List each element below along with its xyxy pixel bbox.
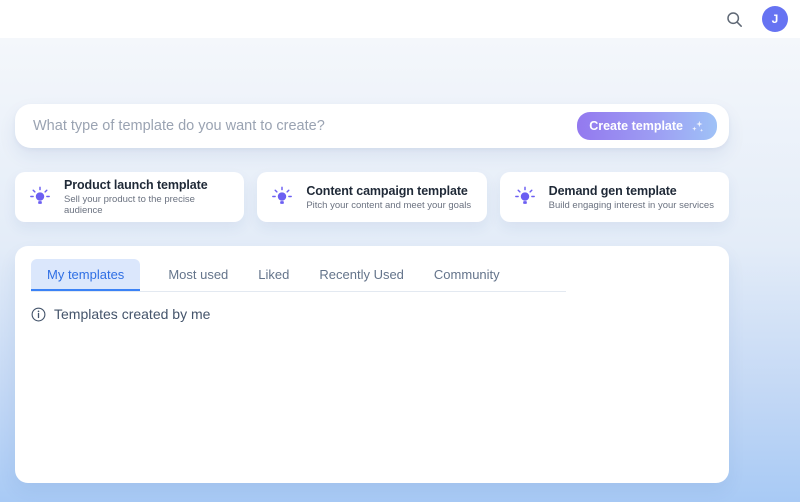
card-subtitle: Pitch your content and meet your goals bbox=[306, 199, 472, 211]
tab-community[interactable]: Community bbox=[432, 259, 502, 291]
lightbulb-icon bbox=[271, 186, 293, 208]
templates-tabs: My templates Most used Liked Recently Us… bbox=[31, 259, 566, 292]
tab-recently-used[interactable]: Recently Used bbox=[317, 259, 406, 291]
suggestion-card-product-launch[interactable]: Product launch template Sell your produc… bbox=[15, 172, 245, 222]
sparkles-icon bbox=[690, 119, 705, 134]
create-template-button[interactable]: Create template bbox=[577, 112, 717, 140]
card-title: Content campaign template bbox=[306, 183, 468, 198]
suggestion-cards: Product launch template Sell your produc… bbox=[15, 172, 729, 222]
info-icon bbox=[31, 307, 46, 322]
search-button[interactable] bbox=[720, 5, 748, 33]
tab-my-templates[interactable]: My templates bbox=[31, 259, 141, 291]
suggestion-card-content-campaign[interactable]: Content campaign template Pitch your con… bbox=[257, 172, 487, 222]
tab-liked[interactable]: Liked bbox=[256, 259, 291, 291]
search-icon bbox=[726, 11, 743, 28]
create-template-label: Create template bbox=[589, 119, 683, 133]
lightbulb-icon bbox=[514, 186, 536, 208]
suggestion-card-demand-gen[interactable]: Demand gen template Build engaging inter… bbox=[499, 172, 729, 222]
card-subtitle: Sell your product to the precise audienc… bbox=[64, 194, 195, 216]
template-prompt-input[interactable] bbox=[33, 118, 578, 134]
main-area: Create template bbox=[0, 38, 800, 502]
card-title: Product launch template bbox=[64, 178, 208, 192]
template-prompt-bar: Create template bbox=[15, 104, 729, 148]
tab-most-used[interactable]: Most used bbox=[166, 259, 230, 291]
top-bar: J bbox=[0, 0, 800, 38]
empty-state-row: Templates created by me bbox=[31, 306, 713, 322]
empty-state-message: Templates created by me bbox=[54, 306, 211, 322]
card-title: Demand gen template bbox=[548, 183, 677, 198]
user-avatar[interactable]: J bbox=[762, 6, 788, 32]
lightbulb-icon bbox=[29, 186, 51, 208]
templates-panel: My templates Most used Liked Recently Us… bbox=[15, 246, 729, 483]
card-subtitle: Build engaging interest in your services bbox=[548, 199, 714, 211]
